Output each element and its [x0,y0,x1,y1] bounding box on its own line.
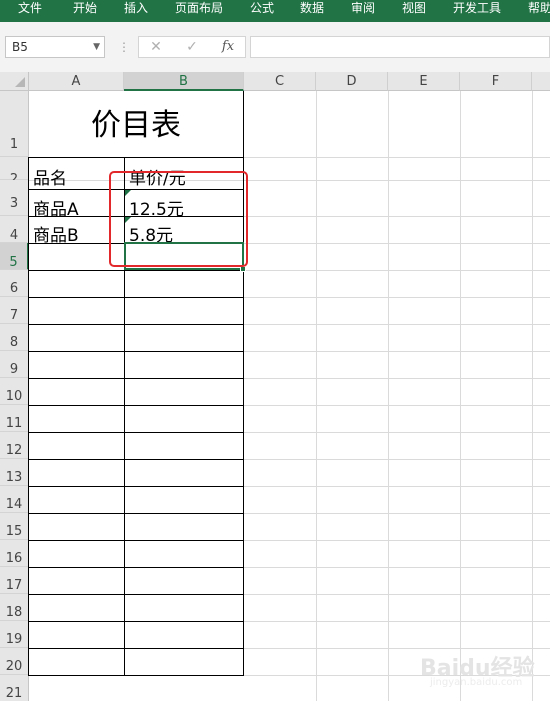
row-header-8[interactable]: 8 [0,324,29,351]
tab-formulas[interactable]: 公式 [250,0,274,22]
tab-data[interactable]: 数据 [300,0,324,22]
insert-function-icon[interactable]: fx [213,37,243,57]
tab-insert[interactable]: 插入 [124,0,148,22]
row-header-21[interactable]: 21 [0,675,29,701]
gridline-v [388,91,389,701]
tab-home[interactable]: 开始 [73,0,97,22]
row-header-5[interactable]: 5 [0,243,29,270]
border-row [28,157,244,158]
formula-bar-area: B5 ▼ ⋮ ✕ ✓ fx [0,22,550,72]
cell-a1-title[interactable]: 价目表 [29,91,243,157]
border-row [28,459,244,460]
row-header-13[interactable]: 13 [0,459,29,486]
border-row [28,648,244,649]
border-row [28,297,244,298]
border-row [28,594,244,595]
column-header-c[interactable]: C [244,72,316,91]
row-header-19[interactable]: 19 [0,621,29,648]
border-row [28,540,244,541]
column-header-a[interactable]: A [29,72,124,91]
border-row [28,378,244,379]
border-row [28,351,244,352]
name-box-value: B5 [12,40,28,54]
name-box[interactable]: B5 ▼ [5,36,105,58]
column-header-f[interactable]: F [460,72,532,91]
cancel-icon[interactable]: ✕ [141,37,171,57]
row-header-16[interactable]: 16 [0,540,29,567]
tab-file[interactable]: 文件 [18,0,42,22]
cell-a2-header-name[interactable]: 品名 [33,164,67,189]
tab-view[interactable]: 视图 [402,0,426,22]
border-row [28,513,244,514]
tab-developer[interactable]: 开发工具 [453,0,501,22]
border-left [28,157,29,675]
gridline-h [29,180,550,181]
chevron-down-icon[interactable]: ▼ [93,37,100,57]
row-header-11[interactable]: 11 [0,405,29,432]
row-header-2[interactable]: 2 [0,157,29,187]
formula-buttons: ✕ ✓ fx [138,36,246,58]
row-header-10[interactable]: 10 [0,378,29,405]
tab-page-layout[interactable]: 页面布局 [175,0,223,22]
cell-a3[interactable]: 商品A [33,195,79,220]
gridline-v [460,91,461,701]
row-header-14[interactable]: 14 [0,486,29,513]
column-header-b[interactable]: B [124,72,244,91]
row-header-6[interactable]: 6 [0,270,29,297]
column-header-e[interactable]: E [388,72,460,91]
row-header-3[interactable]: 3 [0,180,29,216]
border-row [28,486,244,487]
enter-icon[interactable]: ✓ [177,37,207,57]
highlight-annotation [109,171,248,267]
row-header-20[interactable]: 20 [0,648,29,675]
row-header-15[interactable]: 15 [0,513,29,540]
border-row [28,324,244,325]
row-header-1[interactable]: 1 [0,91,29,157]
border-row [28,567,244,568]
gridline-v [532,91,533,701]
formula-input[interactable] [250,36,550,58]
border-row [28,405,244,406]
column-header-d[interactable]: D [316,72,388,91]
select-all-corner[interactable] [0,72,29,91]
tab-help[interactable]: 帮助 [528,0,550,22]
border-row [28,621,244,622]
row-header-9[interactable]: 9 [0,351,29,378]
drag-handle-icon[interactable]: ⋮ [118,40,130,54]
column-header-g[interactable] [532,72,550,91]
border-row [28,675,244,676]
row-header-12[interactable]: 12 [0,432,29,459]
ribbon-tab-bar: 文件 开始 插入 页面布局 公式 数据 审阅 视图 开发工具 帮助 [0,0,550,22]
border-row [28,270,244,271]
row-header-7[interactable]: 7 [0,297,29,324]
row-header-18[interactable]: 18 [0,594,29,621]
row-header-17[interactable]: 17 [0,567,29,594]
select-all-icon [15,77,25,87]
tab-review[interactable]: 审阅 [351,0,375,22]
watermark-url: jingyan.baidu.com [430,677,523,688]
border-row [28,432,244,433]
gridline-v [316,91,317,701]
cell-a4[interactable]: 商品B [33,221,79,246]
row-header-4[interactable]: 4 [0,216,29,243]
